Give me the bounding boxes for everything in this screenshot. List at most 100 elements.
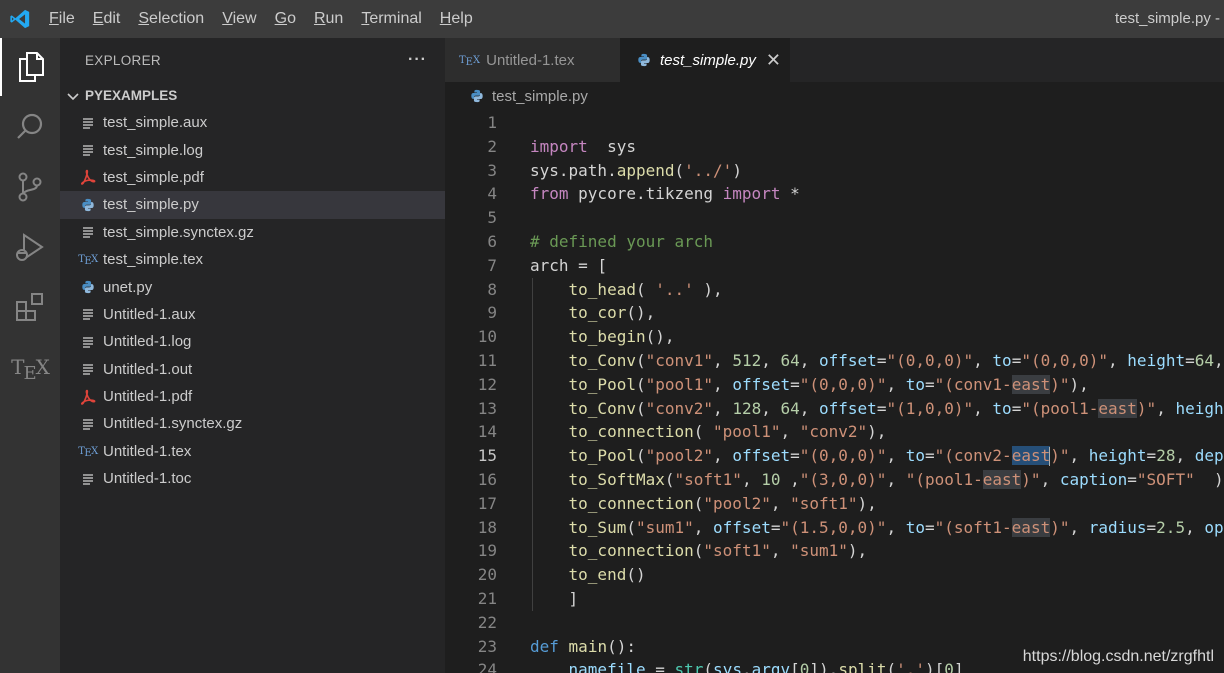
- code-line: 7 arch = [: [445, 254, 1224, 278]
- file-name: Untitled-1.tex: [103, 442, 192, 460]
- code-text: sys.path.append('../'): [530, 160, 742, 180]
- text-file-icon: [77, 332, 99, 352]
- tab-bar: TEX Untitled-1.tex test_simple.py ✕: [445, 38, 1224, 82]
- code-line: 6 # defined your arch: [445, 230, 1224, 254]
- title-bar: File Edit Selection View Go Run Terminal Help t…: [0, 0, 1224, 38]
- file-item[interactable]: test_simple.aux: [60, 109, 445, 136]
- chevron-down-icon: [67, 92, 79, 100]
- code-text: to_cor(),: [568, 303, 656, 323]
- code-text: to_connection( "pool1", "conv2"),: [568, 422, 887, 442]
- file-item[interactable]: test_simple.synctex.gz: [60, 219, 445, 246]
- code-line: 2 import sys: [445, 135, 1224, 159]
- file-item[interactable]: TEX Untitled-1.tex: [60, 438, 445, 465]
- code-editor[interactable]: 1 2 import sys 3 sys.path.append('../') 4 from…: [445, 111, 1224, 673]
- line-number: 14: [477, 422, 497, 442]
- code-text: to_begin(),: [568, 327, 675, 347]
- file-name: test_simple.tex: [103, 251, 204, 269]
- file-list: test_simple.aux test_simple.log test_simpl…: [60, 109, 445, 492]
- menu-view[interactable]: View: [213, 0, 265, 38]
- folder-name: PYEXAMPLES: [85, 88, 178, 103]
- code-line: 12 to_Pool("pool1", offset="(0,0,0)", to…: [445, 372, 1224, 397]
- code-text: to_Sum("sum1", offset="(1.5,0,0)", to="(…: [568, 517, 1224, 537]
- code-text: ]: [530, 588, 579, 608]
- source-control-icon[interactable]: [0, 158, 60, 216]
- code-text: arch = [: [530, 255, 608, 275]
- code-text: def main():: [530, 636, 636, 656]
- file-name: test_simple.aux: [103, 114, 208, 132]
- tex-icon[interactable]: TEX: [0, 338, 60, 396]
- code-line: 20 to_end(): [445, 563, 1224, 587]
- file-item[interactable]: test_simple.pdf: [60, 164, 445, 191]
- text-file-icon: [77, 113, 99, 133]
- extensions-icon[interactable]: [0, 278, 60, 336]
- text-file-icon: [77, 140, 99, 160]
- line-number: 20: [477, 565, 497, 585]
- run-debug-icon[interactable]: [0, 218, 60, 276]
- line-number: 11: [477, 350, 497, 370]
- code-text: to_SoftMax("soft1", 10 ,"(3,0,0)", "(poo…: [568, 469, 1224, 489]
- line-number: 13: [477, 398, 497, 418]
- line-number: 2: [487, 136, 497, 156]
- line-number: 23: [477, 636, 497, 656]
- breadcrumb-file: test_simple.py: [492, 87, 588, 105]
- tab-test-simple-py[interactable]: test_simple.py ✕: [620, 38, 790, 82]
- code-line: 22: [445, 611, 1224, 635]
- text-file-icon: [77, 359, 99, 379]
- vscode-logo-icon: [0, 0, 40, 38]
- code-text: from pycore.tikzeng import *: [530, 184, 800, 204]
- menu-help[interactable]: Help: [431, 0, 482, 38]
- code-line: 11 to_Conv("conv1", 512, 64, offset="(0,…: [445, 348, 1224, 373]
- file-item[interactable]: Untitled-1.out: [60, 356, 445, 383]
- search-icon[interactable]: [0, 98, 60, 156]
- file-item[interactable]: Untitled-1.synctex.gz: [60, 410, 445, 437]
- code-text: to_connection("pool2", "soft1"),: [568, 493, 877, 513]
- file-item[interactable]: Untitled-1.toc: [60, 465, 445, 492]
- python-file-icon: [638, 53, 650, 67]
- text-file-icon: [77, 414, 99, 434]
- explorer-icon[interactable]: [0, 38, 60, 96]
- file-name: unet.py: [103, 278, 153, 296]
- tex-file-icon: TEX: [459, 54, 481, 68]
- menu-file[interactable]: File: [40, 0, 84, 38]
- menu-run[interactable]: Run: [305, 0, 352, 38]
- file-item[interactable]: Untitled-1.log: [60, 328, 445, 355]
- more-actions-icon[interactable]: ···: [408, 51, 427, 69]
- menu-go[interactable]: Go: [266, 0, 305, 38]
- pdf-file-icon: [77, 387, 99, 407]
- line-number: 22: [477, 612, 497, 632]
- file-name: test_simple.log: [103, 141, 204, 159]
- file-name: Untitled-1.out: [103, 360, 193, 378]
- close-icon[interactable]: ✕: [766, 50, 781, 71]
- code-text: import sys: [530, 136, 636, 156]
- line-number: 19: [477, 541, 497, 561]
- python-file-icon: [77, 195, 99, 215]
- code-text: to_Pool("pool2", offset="(0,0,0)", to="(…: [568, 446, 1224, 467]
- code-line: 15 to_Pool("pool2", offset="(0,0,0)", to…: [445, 444, 1224, 468]
- menu-selection[interactable]: Selection: [129, 0, 213, 38]
- line-number: 6: [487, 231, 497, 251]
- code-text: to_head( '..' ),: [568, 279, 723, 299]
- menu-terminal[interactable]: Terminal: [352, 0, 430, 38]
- file-item[interactable]: unet.py: [60, 273, 445, 300]
- line-number: 8: [487, 279, 497, 299]
- activity-bar: TEX: [0, 38, 60, 673]
- breadcrumb[interactable]: test_simple.py: [445, 82, 1224, 110]
- tex-file-icon: TEX: [78, 254, 98, 268]
- file-item[interactable]: TEX test_simple.tex: [60, 246, 445, 273]
- file-name: test_simple.pdf: [103, 168, 204, 186]
- tab-untitled-1-tex[interactable]: TEX Untitled-1.tex: [445, 38, 620, 82]
- file-name: Untitled-1.log: [103, 333, 192, 351]
- folder-header[interactable]: PYEXAMPLES: [60, 82, 445, 109]
- file-item[interactable]: Untitled-1.pdf: [60, 383, 445, 410]
- menu-edit[interactable]: Edit: [84, 0, 130, 38]
- code-line: 17 to_connection("pool2", "soft1"),: [445, 491, 1224, 516]
- file-item[interactable]: test_simple.log: [60, 136, 445, 163]
- code-line: 14 to_connection( "pool1", "conv2"),: [445, 420, 1224, 445]
- line-number: 1: [487, 113, 497, 132]
- line-number: 7: [487, 255, 497, 275]
- code-line: 10 to_begin(),: [445, 325, 1224, 349]
- code-line: 3 sys.path.append('../'): [445, 159, 1224, 183]
- file-item[interactable]: test_simple.py: [60, 191, 445, 219]
- file-item[interactable]: Untitled-1.aux: [60, 301, 445, 328]
- text-file-icon: [77, 469, 99, 489]
